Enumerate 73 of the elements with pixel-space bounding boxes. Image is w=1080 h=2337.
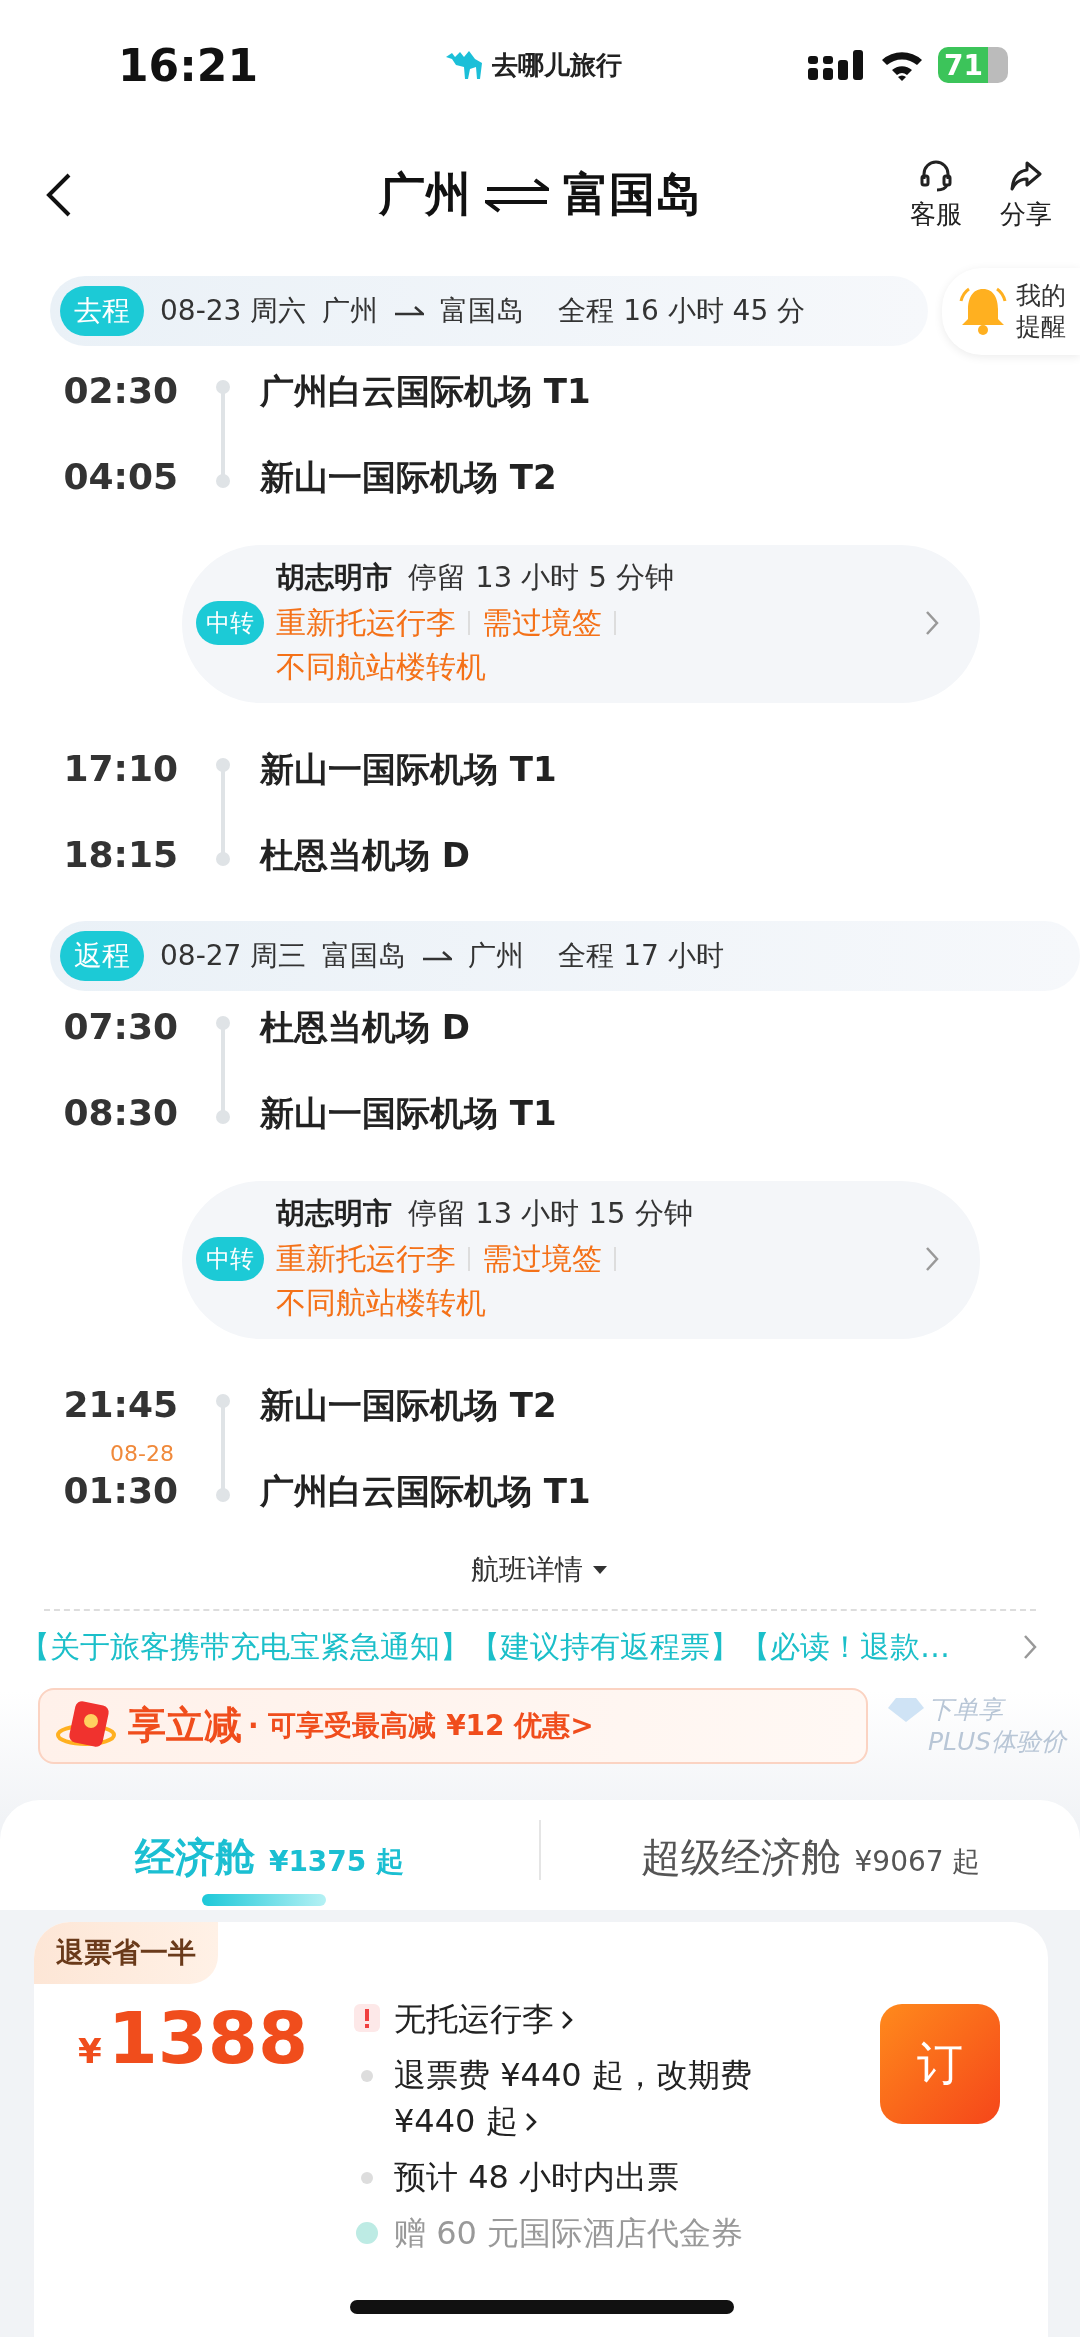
gift-icon: [356, 2221, 378, 2244]
bullet-icon: [361, 2171, 373, 2184]
status-time: 16:21: [118, 39, 259, 91]
plus-label: 下单享: [928, 1693, 1067, 1726]
transfer-badge: 中转: [196, 1236, 264, 1281]
trip-destination: 富国岛: [440, 293, 525, 330]
transfer-card[interactable]: 中转 胡志明市 停留 13 小时 15 分钟 重新托运行李 需过境签 不同航站楼转机: [182, 1180, 980, 1339]
transfer-card[interactable]: 中转 胡志明市 停留 13 小时 5 分钟 重新托运行李 需过境签 不同航站楼转机: [182, 544, 980, 703]
transfer-note: 不同航站楼转机: [276, 1283, 486, 1322]
fare-price: ¥1388: [77, 1995, 310, 2080]
app-name: 去哪儿旅行: [492, 48, 623, 82]
trip-date: 08-27 周三: [160, 937, 307, 974]
trip-origin: 广州: [322, 293, 379, 330]
fare-tag: 退票省一半: [34, 1921, 218, 1984]
transfer-note: 重新托运行李: [276, 603, 456, 642]
fare-feature: 赠 60 元国际酒店代金券: [394, 2212, 744, 2254]
departure-time: 17:10: [63, 746, 178, 791]
trip-origin: 富国岛: [322, 937, 407, 974]
trip-date: 08-23 周六: [160, 293, 307, 330]
bell-icon: [957, 285, 1008, 338]
transfer-city: 胡志明市: [276, 1194, 392, 1232]
flight-details-link[interactable]: 航班详情: [471, 1550, 609, 1589]
departure-airport: 新山一国际机场 T2: [260, 1383, 558, 1427]
service-button[interactable]: 客服: [910, 158, 962, 232]
departure-airport: 广州白云国际机场 T1: [260, 369, 591, 413]
signal-icon: [808, 48, 866, 82]
cabin-tab[interactable]: 超级经济舱 ¥9067 起: [539, 1819, 1080, 1880]
layover-duration: 停留 13 小时 15 分钟: [408, 1194, 693, 1232]
trip-tag: 去程: [60, 286, 144, 337]
transfer-note: 需过境签: [482, 1239, 602, 1278]
transfer-note: 重新托运行李: [276, 1239, 456, 1278]
trip-duration: 全程 17 小时: [558, 937, 724, 974]
arrival-airport: 广州白云国际机场 T1: [260, 1469, 591, 1513]
trip-destination: 广州: [468, 937, 525, 974]
chevron-icon: [1022, 1633, 1038, 1661]
arrival-time: 18:15: [63, 832, 178, 877]
arrival-time: 04:05: [63, 454, 178, 499]
departure-airport: 新山一国际机场 T1: [260, 747, 557, 791]
transfer-note: 需过境签: [482, 603, 602, 642]
transfer-city: 胡志明市: [276, 558, 392, 596]
departure-time: 07:30: [63, 1004, 178, 1049]
departure-time: 02:30: [63, 368, 178, 413]
warning-icon: [354, 2003, 380, 2032]
departure-airport: 杜恩当机场 D: [260, 1005, 472, 1049]
trip-duration: 全程 16 小时 45 分: [558, 293, 806, 330]
arrival-time: 01:30: [63, 1468, 178, 1513]
arrival-time: 08:30: [63, 1090, 178, 1135]
plus-label: PLUS体验价: [928, 1725, 1067, 1758]
battery-icon: 71: [938, 47, 1008, 83]
reminder-button[interactable]: 我的提醒: [941, 268, 1080, 355]
fare-feature[interactable]: 无托运行李: [394, 1995, 574, 2042]
notice-text: 【关于旅客携带充电宝紧急通知】【建议持有返程票】【必读！退款…: [20, 1627, 950, 1666]
fare-feature: 预计 48 小时内出票: [394, 2156, 680, 2198]
round-trip-icon: [485, 177, 549, 213]
arrival-airport: 杜恩当机场 D: [260, 833, 472, 877]
dropdown-icon: [591, 1563, 609, 1576]
transfer-note: 不同航站楼转机: [276, 647, 486, 686]
origin-city: 广州: [379, 166, 471, 223]
layover-duration: 停留 13 小时 5 分钟: [408, 558, 675, 596]
bullet-icon: [361, 2069, 373, 2082]
share-button[interactable]: 分享: [1000, 158, 1052, 232]
promo-text: · 可享受最高减 ¥12 优惠>: [248, 1707, 594, 1744]
promo-title: 享立减: [128, 1702, 242, 1749]
headset-icon: [919, 158, 953, 193]
transfer-badge: 中转: [196, 600, 264, 645]
destination-city: 富国岛: [563, 166, 701, 223]
departure-time: 21:45: [63, 1382, 178, 1427]
reminder-label: 我的提醒: [1015, 280, 1067, 343]
arrival-date: 08-28: [110, 1442, 174, 1465]
arrival-airport: 新山一国际机场 T1: [260, 1091, 557, 1135]
arrival-airport: 新山一国际机场 T2: [260, 455, 558, 499]
trip-tag: 返程: [60, 930, 144, 981]
fare-feature[interactable]: 退票费 ¥440 起，改期费 ¥440 起: [394, 2051, 824, 2144]
